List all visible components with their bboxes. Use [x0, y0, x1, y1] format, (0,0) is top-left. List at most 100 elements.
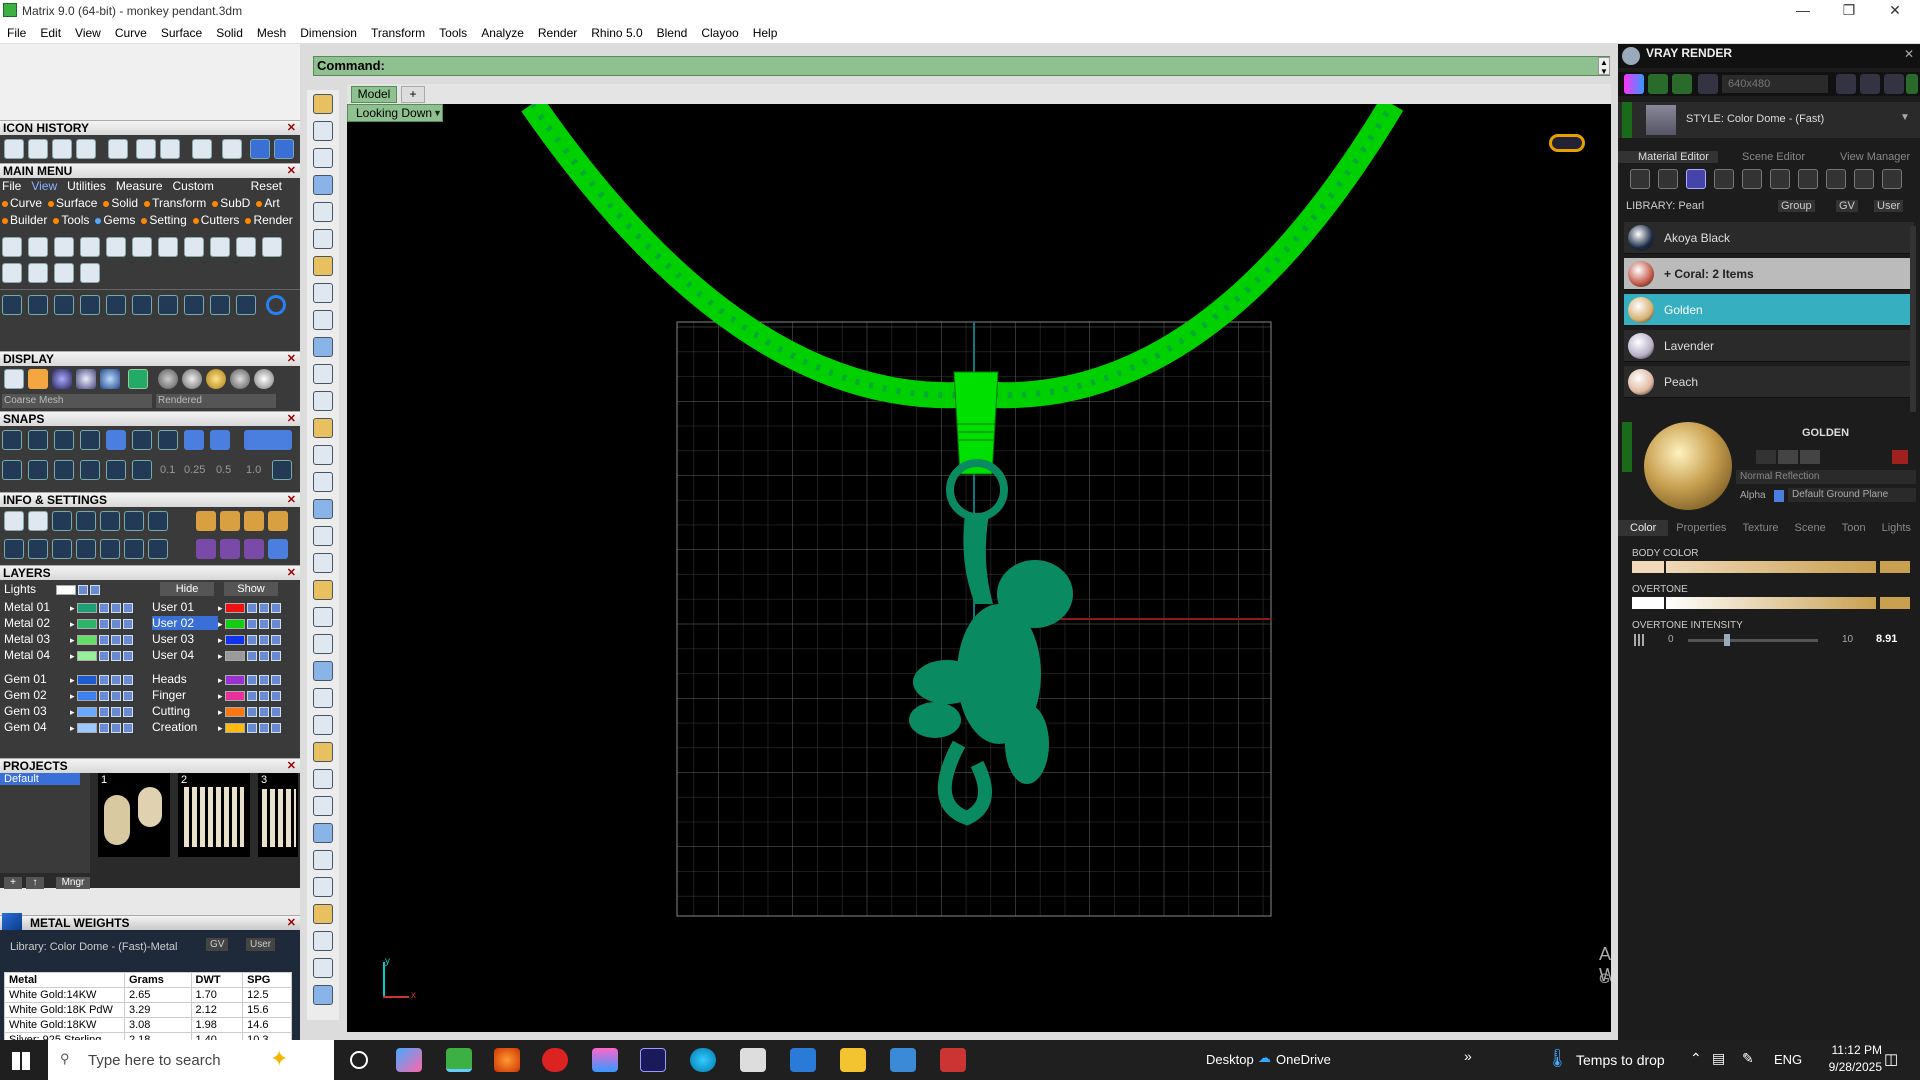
- render-icon-3[interactable]: [1672, 74, 1692, 94]
- tool-icon-14[interactable]: [54, 263, 74, 283]
- vertical-tool-icon[interactable]: [313, 283, 333, 303]
- vertical-tool-icon[interactable]: [313, 175, 333, 195]
- layer-toggle[interactable]: [98, 722, 109, 733]
- layer-row[interactable]: Metal 02 ▸: [4, 616, 133, 630]
- tool-icon-2[interactable]: [28, 237, 48, 257]
- layer-color-swatch[interactable]: [76, 674, 97, 685]
- menu-cutters-item[interactable]: Cutters: [192, 213, 239, 227]
- menu-dimension[interactable]: Dimension: [293, 22, 364, 44]
- project-thumb-2[interactable]: 2: [178, 773, 250, 857]
- layer-color-swatch[interactable]: [76, 706, 97, 717]
- menu-transform-item[interactable]: Transform: [144, 196, 206, 210]
- layer-row[interactable]: Metal 04 ▸: [4, 648, 133, 662]
- history-icon-9[interactable]: [222, 139, 242, 159]
- layer-row[interactable]: User 04 ▸: [152, 648, 281, 662]
- layer-row[interactable]: Creation ▸: [152, 720, 281, 734]
- vertical-tool-icon[interactable]: [313, 310, 333, 330]
- snap-icon-15[interactable]: [106, 460, 126, 480]
- layer-color-swatch[interactable]: [224, 722, 245, 733]
- layer-toggle[interactable]: [110, 618, 121, 629]
- layer-toggle[interactable]: [110, 634, 121, 645]
- menu-view[interactable]: View: [68, 22, 108, 44]
- chevron-down-icon[interactable]: ▼: [1900, 112, 1910, 123]
- project-default[interactable]: Default: [0, 773, 80, 785]
- vertical-tool-icon[interactable]: [313, 148, 333, 168]
- vertical-tool-icon[interactable]: [313, 877, 333, 897]
- ground-select[interactable]: Default Ground Plane: [1788, 488, 1916, 502]
- user-button[interactable]: User: [1874, 200, 1904, 212]
- snap-icon-4[interactable]: [80, 430, 100, 450]
- layer-toggle[interactable]: [98, 706, 109, 717]
- layer-row[interactable]: Cutting ▸: [152, 704, 281, 718]
- table-row[interactable]: White Gold:18KW 3.08 1.98 14.6: [4, 1017, 292, 1033]
- tool-icon-18[interactable]: [54, 295, 74, 315]
- info-icon-20[interactable]: [220, 539, 240, 559]
- menu-builder-item[interactable]: Builder: [2, 213, 47, 227]
- menu-gems-item[interactable]: Gems: [95, 213, 135, 227]
- snap-value-2[interactable]: 0.25: [184, 464, 205, 476]
- info-icon-5[interactable]: [100, 511, 120, 531]
- vertical-tool-icon[interactable]: [313, 661, 333, 681]
- tool-icon-22[interactable]: [158, 295, 178, 315]
- layer-toggle[interactable]: [110, 650, 121, 661]
- manager-button[interactable]: Mngr: [56, 877, 90, 889]
- fire-icon[interactable]: [1630, 169, 1650, 189]
- close-icon[interactable]: ✕: [287, 759, 296, 774]
- project-thumb-3[interactable]: 3: [258, 773, 298, 857]
- preview-icon-2[interactable]: [1778, 450, 1798, 464]
- refresh-icon[interactable]: [1892, 450, 1908, 464]
- material-icon-9[interactable]: [1854, 169, 1874, 189]
- tab-model[interactable]: Model: [351, 86, 397, 103]
- layer-toggle[interactable]: [110, 674, 121, 685]
- gem-icon[interactable]: [1658, 169, 1678, 189]
- snap-icon-13[interactable]: [54, 460, 74, 480]
- snap-icon-9[interactable]: [210, 430, 230, 450]
- menu-setting-item[interactable]: Setting: [141, 213, 187, 227]
- expand-icon[interactable]: ▸: [70, 651, 75, 661]
- info-icon-15[interactable]: [76, 539, 96, 559]
- expand-icon[interactable]: ▸: [218, 619, 223, 629]
- opera-icon[interactable]: [542, 1048, 568, 1072]
- layer-row[interactable]: User 01 ▸: [152, 600, 281, 614]
- vertical-tool-icon[interactable]: [313, 904, 333, 924]
- grid-snap-icon[interactable]: [272, 460, 292, 480]
- sphere-icon-3[interactable]: [206, 369, 226, 389]
- table-row[interactable]: White Gold:18K PdW 3.29 2.12 15.6: [4, 1002, 292, 1018]
- search-box[interactable]: ⚲ Type here to search ✦: [48, 1040, 334, 1080]
- expand-icon[interactable]: ▸: [70, 603, 75, 613]
- expand-icon[interactable]: ▸: [218, 651, 223, 661]
- layer-toggle[interactable]: [122, 634, 133, 645]
- tab-toon[interactable]: Toon: [1834, 522, 1874, 534]
- layer-toggle[interactable]: [270, 618, 281, 629]
- tab-scene-editor[interactable]: Scene Editor: [1718, 151, 1818, 163]
- tool-icon-13[interactable]: [28, 263, 48, 283]
- project-thumb-1[interactable]: 1: [98, 773, 170, 857]
- vertical-tool-icon[interactable]: [313, 526, 333, 546]
- layer-toggle[interactable]: [246, 674, 257, 685]
- vertical-tool-icon[interactable]: [313, 391, 333, 411]
- vertical-tool-icon[interactable]: [313, 742, 333, 762]
- layer-color-swatch[interactable]: [224, 674, 245, 685]
- expand-icon[interactable]: ▸: [218, 723, 223, 733]
- copilot-icon[interactable]: [396, 1048, 422, 1072]
- task-view-icon[interactable]: [350, 1051, 368, 1069]
- layer-toggle[interactable]: [110, 706, 121, 717]
- intensity-handle[interactable]: [1724, 634, 1730, 646]
- add-tab-button[interactable]: +: [401, 86, 425, 103]
- close-icon[interactable]: ✕: [287, 493, 296, 508]
- info-icon-12[interactable]: [4, 539, 24, 559]
- render-icon-4[interactable]: [1698, 74, 1718, 94]
- sphere-icon-2[interactable]: [182, 369, 202, 389]
- resolution-select[interactable]: 640x480: [1722, 75, 1828, 93]
- premiere-icon[interactable]: [640, 1048, 666, 1072]
- matrix-app-icon[interactable]: [446, 1048, 472, 1072]
- reflection-select[interactable]: Normal Reflection: [1736, 470, 1916, 484]
- tab-lights[interactable]: Lights: [1874, 522, 1919, 534]
- display-icon-4[interactable]: [76, 369, 96, 389]
- expand-icon[interactable]: ▸: [218, 691, 223, 701]
- body-color-swatch[interactable]: [1632, 561, 1664, 573]
- tool-icon-16[interactable]: [2, 295, 22, 315]
- snap-value-1[interactable]: 0.1: [160, 464, 175, 476]
- vertical-tool-icon[interactable]: [313, 445, 333, 465]
- menu-blend[interactable]: Blend: [650, 22, 695, 44]
